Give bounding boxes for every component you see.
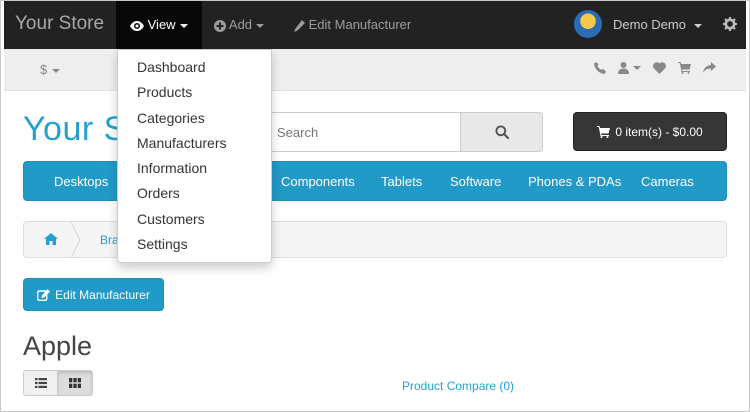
menu-item-software[interactable]: Software <box>450 162 501 202</box>
edit-manufacturer-link[interactable]: Edit Manufacturer <box>279 0 425 49</box>
grid-icon <box>69 378 81 388</box>
share-icon[interactable] <box>703 62 716 74</box>
shopping-cart-icon[interactable] <box>678 62 691 74</box>
menu-item-desktops[interactable]: Desktops <box>54 162 108 202</box>
edit-label: Edit Manufacturer <box>308 17 412 32</box>
caret-down-icon <box>256 23 265 28</box>
dropdown-item-information[interactable]: Information <box>118 156 271 181</box>
edit-button-label: Edit Manufacturer <box>55 287 150 302</box>
dropdown-item-customers[interactable]: Customers <box>118 207 271 232</box>
shopping-cart-icon <box>597 125 611 138</box>
search-button[interactable] <box>460 112 543 152</box>
dropdown-item-orders[interactable]: Orders <box>118 181 271 206</box>
dropdown-item-dashboard[interactable]: Dashboard <box>118 55 271 80</box>
pencil-icon <box>294 19 305 32</box>
edit-icon <box>37 288 51 301</box>
search-input[interactable] <box>264 112 461 152</box>
top-links <box>594 62 716 74</box>
eye-icon <box>130 20 144 31</box>
admin-bar: Your Store View Add Edit Manufacturer De… <box>4 0 746 49</box>
add-menu-toggle[interactable]: Add <box>200 0 278 49</box>
phone-icon[interactable] <box>594 62 606 74</box>
user-avatar[interactable] <box>574 10 602 38</box>
view-toggle <box>23 370 93 396</box>
page-title: Apple <box>23 331 93 361</box>
list-icon <box>34 378 47 388</box>
breadcrumb-separator <box>70 221 81 259</box>
gear-icon[interactable] <box>723 17 737 31</box>
username-label: Demo Demo <box>613 17 686 32</box>
view-dropdown-menu: Dashboard Products Categories Manufactur… <box>117 49 272 263</box>
search-icon <box>494 125 509 139</box>
edit-manufacturer-button[interactable]: Edit Manufacturer <box>23 278 164 311</box>
caret-down-icon <box>179 23 188 28</box>
heart-icon[interactable] <box>653 62 666 74</box>
view-menu-toggle[interactable]: View <box>116 0 202 49</box>
menu-item-phones-pdas[interactable]: Phones & PDAs <box>528 162 621 202</box>
caret-down-icon <box>52 68 61 73</box>
product-compare-link[interactable]: Product Compare (0) <box>402 379 514 393</box>
dropdown-item-categories[interactable]: Categories <box>118 106 271 131</box>
list-view-button[interactable] <box>23 370 58 396</box>
home-icon[interactable] <box>44 233 58 245</box>
view-label: View <box>147 17 176 32</box>
dropdown-item-manufacturers[interactable]: Manufacturers <box>118 131 271 156</box>
currency-label: $ <box>40 62 48 77</box>
cart-total: 0 item(s) - $0.00 <box>615 124 703 139</box>
grid-view-button[interactable] <box>58 370 93 396</box>
caret-down-icon <box>633 66 641 70</box>
plus-circle-icon <box>214 19 226 32</box>
menu-item-tablets[interactable]: Tablets <box>381 162 422 202</box>
dropdown-item-settings[interactable]: Settings <box>118 232 271 257</box>
dropdown-item-products[interactable]: Products <box>118 80 271 105</box>
account-dropdown[interactable] <box>618 62 641 74</box>
currency-selector[interactable]: $ <box>40 62 61 77</box>
top-bar: $ <box>4 49 746 91</box>
admin-brand[interactable]: Your Store <box>15 13 104 35</box>
caret-down-icon <box>693 23 702 28</box>
user-menu-toggle[interactable]: Demo Demo <box>613 0 702 49</box>
user-icon <box>618 62 629 74</box>
menu-item-components[interactable]: Components <box>281 162 355 202</box>
cart-button[interactable]: 0 item(s) - $0.00 <box>573 112 727 151</box>
add-label: Add <box>228 17 253 32</box>
menu-item-cameras[interactable]: Cameras <box>641 162 694 202</box>
